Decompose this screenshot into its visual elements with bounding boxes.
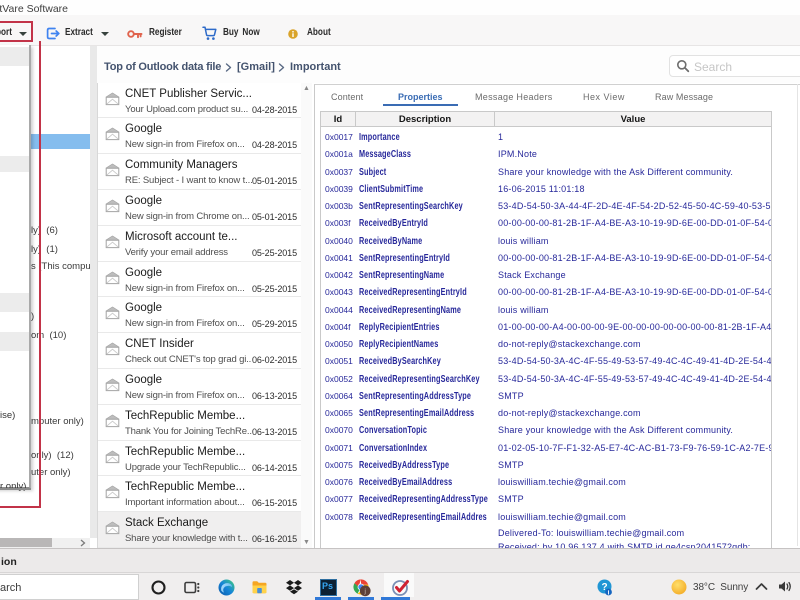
svg-text:i: i (608, 589, 610, 596)
svg-text:j: j (364, 589, 366, 595)
